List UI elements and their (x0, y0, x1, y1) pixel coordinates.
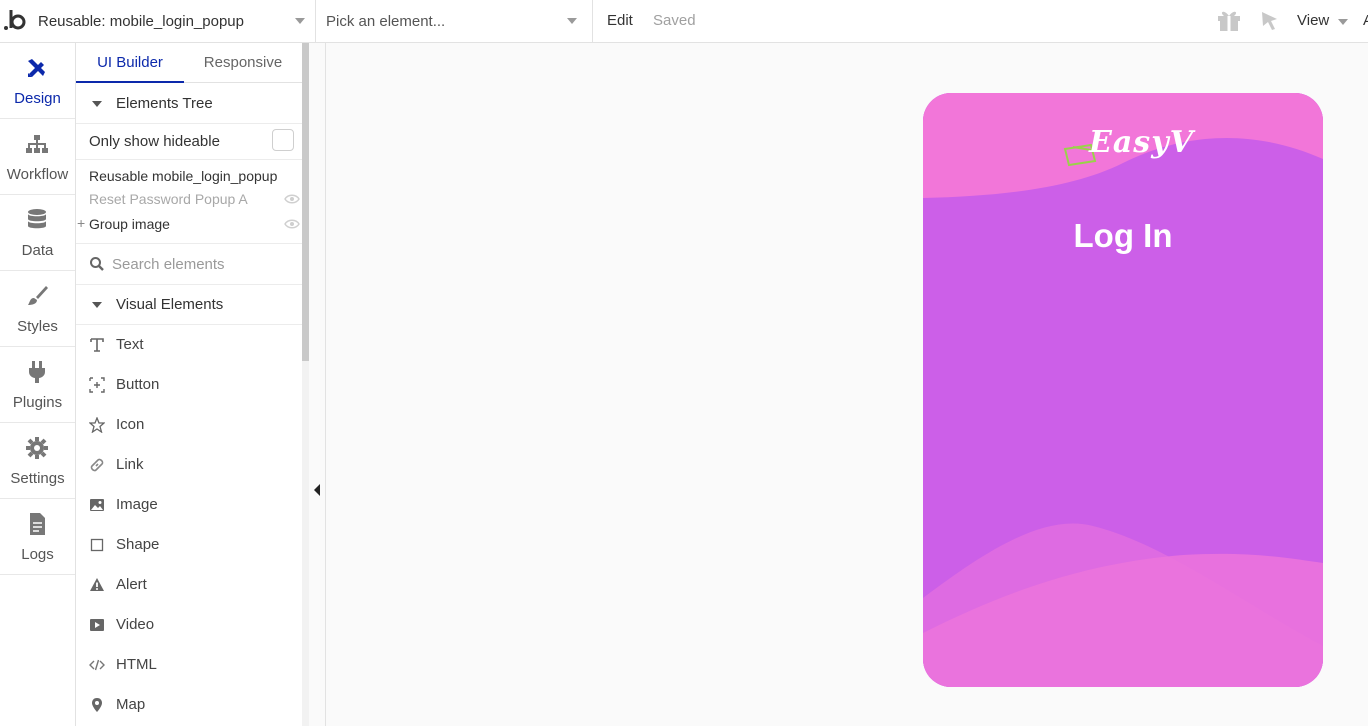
element-label: HTML (116, 656, 157, 673)
element-alert[interactable]: Alert (76, 565, 302, 605)
nav-settings[interactable]: Settings (0, 423, 75, 499)
element-label: Icon (116, 416, 145, 433)
element-button[interactable]: Button (76, 365, 302, 405)
element-label: Shape (116, 536, 160, 553)
map-pin-icon (92, 698, 102, 712)
element-icon[interactable]: Icon (76, 405, 302, 445)
shape-icon (90, 538, 104, 552)
nav-label: Plugins (12, 394, 63, 411)
only-show-hideable-row: Only show hideable (76, 123, 302, 160)
element-image[interactable]: Image (76, 485, 302, 525)
chevron-down-icon (567, 18, 577, 24)
tab-responsive[interactable]: Responsive (184, 43, 302, 83)
element-picker-placeholder: Pick an element... (326, 12, 446, 30)
brand-name: EasyV (1089, 125, 1194, 160)
nav-styles[interactable]: Styles (0, 271, 75, 347)
element-label: Alert (116, 576, 147, 593)
view-menu[interactable]: View (1297, 12, 1348, 29)
save-status: Saved (653, 12, 696, 29)
page-name: Reusable: mobile_login_popup (38, 12, 244, 30)
chevron-down-icon (295, 18, 305, 24)
tree-item-group-image[interactable]: Group image (89, 216, 170, 232)
database-icon (28, 209, 46, 229)
code-icon (89, 659, 105, 671)
account-menu[interactable]: A (1363, 12, 1368, 29)
video-icon (90, 619, 104, 631)
nav-plugins[interactable]: Plugins (0, 347, 75, 423)
builder-panel: UI Builder Responsive Elements Tree Only… (76, 43, 309, 726)
nav-label: Settings (10, 470, 65, 487)
elements-tree: Reusable mobile_login_popup Reset Passwo… (76, 160, 302, 244)
button-icon (89, 377, 105, 393)
text-icon (90, 338, 104, 352)
left-nav-rail: Design Workflow Data Styles Plugins Sett… (0, 43, 76, 726)
tree-item-root[interactable]: Reusable mobile_login_popup (89, 168, 277, 184)
tree-item-reset-password[interactable]: Reset Password Popup A (89, 191, 248, 207)
background-waves (923, 93, 1323, 687)
plug-icon (29, 361, 45, 383)
top-bar: Reusable: mobile_login_popup Pick an ele… (0, 0, 1368, 43)
alert-icon (90, 578, 104, 591)
element-search (76, 244, 302, 285)
view-menu-label: View (1297, 12, 1330, 29)
mobile-login-popup-preview[interactable]: EasyV Log In (923, 93, 1323, 687)
login-title: Log In (1073, 217, 1173, 254)
nav-data[interactable]: Data (0, 195, 75, 271)
element-label: Map (116, 696, 146, 713)
element-label: Button (116, 376, 160, 393)
chevron-down-icon (1338, 19, 1348, 25)
search-icon (90, 257, 104, 271)
nav-design[interactable]: Design (0, 43, 75, 119)
canvas-divider (325, 43, 326, 726)
gear-icon (26, 437, 48, 459)
element-map[interactable]: Map (76, 685, 302, 725)
element-video[interactable]: Video (76, 605, 302, 645)
search-elements-input[interactable] (112, 252, 292, 276)
eye-icon[interactable] (284, 218, 300, 230)
bubble-logo-icon[interactable] (2, 6, 30, 34)
visual-elements-title: Visual Elements (116, 296, 224, 313)
element-label: Video (116, 616, 155, 633)
brush-icon (28, 286, 48, 305)
element-picker[interactable]: Pick an element... (316, 0, 593, 42)
element-label: Text (116, 336, 144, 353)
visual-elements-header[interactable]: Visual Elements (76, 285, 302, 325)
only-show-hideable-label: Only show hideable (89, 133, 220, 150)
panel-scrollbar-thumb[interactable] (302, 43, 309, 361)
element-html[interactable]: HTML (76, 645, 302, 685)
collapse-panel-arrow-icon[interactable] (314, 484, 320, 496)
panel-tabs: UI Builder Responsive (76, 43, 302, 83)
nav-label: Logs (21, 546, 54, 563)
gift-icon[interactable] (1216, 8, 1242, 32)
nav-label: Styles (17, 318, 58, 335)
design-icon (28, 59, 45, 77)
element-label: Link (116, 456, 144, 473)
document-icon (30, 513, 45, 535)
eye-icon[interactable] (284, 193, 300, 205)
elements-tree-title: Elements Tree (116, 95, 213, 112)
page-selector[interactable]: Reusable: mobile_login_popup (30, 0, 316, 42)
nav-label: Data (21, 242, 54, 259)
star-icon (89, 417, 105, 433)
nav-workflow[interactable]: Workflow (0, 119, 75, 195)
element-text[interactable]: Text (76, 325, 302, 365)
expand-plus-icon[interactable]: + (77, 215, 85, 231)
tab-ui-builder[interactable]: UI Builder (76, 43, 184, 83)
nav-label: Workflow (6, 166, 69, 183)
nav-logs[interactable]: Logs (0, 499, 75, 575)
element-shape[interactable]: Shape (76, 525, 302, 565)
collapse-triangle-icon (92, 101, 102, 107)
elements-tree-header[interactable]: Elements Tree (76, 84, 302, 124)
nav-label: Design (14, 90, 61, 107)
collapse-triangle-icon (92, 302, 102, 308)
element-label: Image (116, 496, 158, 513)
element-link[interactable]: Link (76, 445, 302, 485)
link-icon (90, 458, 104, 472)
image-icon (90, 499, 104, 511)
cursor-icon[interactable] (1260, 10, 1280, 32)
edit-menu[interactable]: Edit (607, 12, 633, 29)
only-show-hideable-checkbox[interactable] (272, 129, 294, 151)
workflow-icon (26, 135, 48, 153)
